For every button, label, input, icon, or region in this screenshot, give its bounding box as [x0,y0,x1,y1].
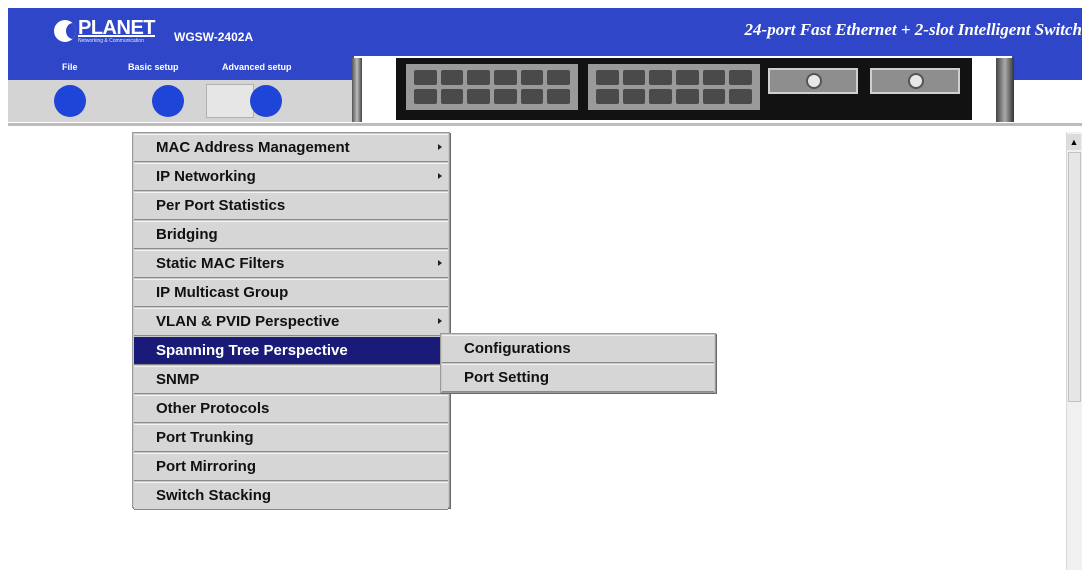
model-name: WGSW-2402A [174,30,254,44]
scroll-up-arrow-icon[interactable]: ▲ [1067,134,1081,150]
menu-item-port-trunking[interactable]: Port Trunking [134,424,448,452]
menu-item-ip-multicast-group[interactable]: IP Multicast Group [134,279,448,307]
port [414,89,437,104]
logo-tagline: Networking & Communication [78,38,144,44]
slot-led-icon [806,73,822,89]
file-button[interactable] [54,85,86,117]
switch-front-panel [396,58,972,120]
port [440,70,464,85]
port [467,89,490,104]
scrollbar-thumb[interactable] [1068,152,1081,402]
submenu-arrow-icon [438,144,442,150]
file-menu[interactable]: File [62,62,78,72]
expansion-slot-1 [768,68,858,94]
slot-led-icon [908,73,924,89]
menu-item-mac-address-management[interactable]: MAC Address Management [134,134,448,162]
port [596,70,619,85]
menu-item-port-mirroring[interactable]: Port Mirroring [134,453,448,481]
logo-mark-icon [54,20,76,42]
advanced-setup-menu[interactable]: Advanced setup [222,62,292,72]
menu-item-spanning-tree-perspective[interactable]: Spanning Tree Perspective [134,337,448,365]
submenu-arrow-icon [438,260,442,266]
submenu-item-configurations[interactable]: Configurations [442,335,714,363]
planet-logo: PLANET Networking & Communication [54,16,156,46]
logo-text: PLANET [78,17,156,39]
spanning-tree-submenu: Configurations Port Setting [440,333,716,393]
menu-item-switch-stacking[interactable]: Switch Stacking [134,482,448,510]
menu-item-snmp[interactable]: SNMP [134,366,448,394]
panel-divider-right [996,58,1014,122]
port [702,70,726,85]
menu-item-ip-networking[interactable]: IP Networking [134,163,448,191]
port [649,70,672,85]
submenu-arrow-icon [438,318,442,324]
menu-item-bridging[interactable]: Bridging [134,221,448,249]
port [493,70,517,85]
port [467,70,490,85]
menu-item-vlan-pvid-perspective[interactable]: VLAN & PVID Perspective [134,308,448,336]
menu-item-per-port-statistics[interactable]: Per Port Statistics [134,192,448,220]
submenu-item-port-setting[interactable]: Port Setting [442,364,714,392]
port [622,70,646,85]
expansion-slot-2 [870,68,960,94]
basic-setup-button[interactable] [152,85,184,117]
panel-divider [352,58,362,122]
basic-setup-menu[interactable]: Basic setup [128,62,179,72]
port [547,70,570,85]
port [729,70,752,85]
port [675,70,699,85]
advanced-setup-button[interactable] [250,85,282,117]
advanced-setup-dropdown: MAC Address Management IP Networking Per… [132,132,450,510]
menu-item-other-protocols[interactable]: Other Protocols [134,395,448,423]
port-group-1 [406,64,578,110]
port-group-2 [588,64,760,110]
header-separator [8,123,1082,126]
menu-item-static-mac-filters[interactable]: Static MAC Filters [134,250,448,278]
product-headline: 24-port Fast Ethernet + 2-slot Intellige… [744,20,1082,39]
port [493,89,517,104]
port [596,89,619,104]
menu-bar [8,56,354,80]
port [675,89,699,104]
port [622,89,646,104]
port [649,89,672,104]
menu-bar-right [1012,56,1082,80]
header-banner: PLANET Networking & Communication WGSW-2… [8,8,1082,56]
port [547,89,570,104]
blank-button-box [206,84,254,118]
port [414,70,437,85]
port [702,89,726,104]
port [520,89,544,104]
submenu-arrow-icon [438,173,442,179]
port [440,89,464,104]
port [729,89,752,104]
port [520,70,544,85]
